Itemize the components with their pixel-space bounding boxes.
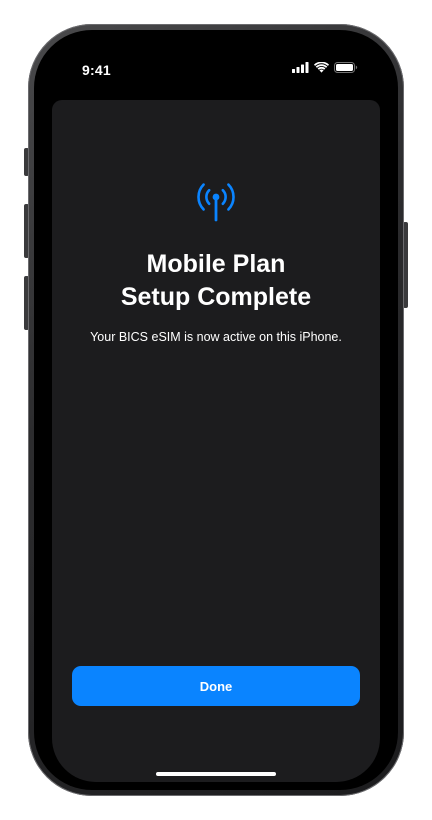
home-indicator[interactable]: [156, 772, 276, 776]
antenna-signal-icon: [197, 183, 235, 222]
device-mockup: 9:41 Mobile Plan Setup Complete Your BIC…: [0, 0, 432, 820]
phone-frame: 9:41 Mobile Plan Setup Complete Your BIC…: [28, 24, 404, 796]
title-line-2: Setup Complete: [120, 283, 312, 311]
title-line-1: Mobile Plan: [146, 250, 286, 278]
status-message: Your BICS eSIM is now active on this iPh…: [90, 330, 342, 344]
status-icons: [292, 62, 358, 73]
done-button[interactable]: Done: [72, 666, 360, 706]
page-title: Mobile Plan Setup Complete: [52, 248, 380, 314]
setup-complete-sheet: Mobile Plan Setup Complete Your BICS eSI…: [52, 100, 380, 782]
phone-bezel: 9:41 Mobile Plan Setup Complete Your BIC…: [34, 30, 398, 790]
cellular-signal-icon: [292, 62, 309, 73]
wifi-icon: [314, 62, 329, 73]
status-bar: 9:41: [44, 38, 388, 94]
status-time: 9:41: [82, 62, 111, 78]
phone-screen: 9:41 Mobile Plan Setup Complete Your BIC…: [44, 38, 388, 782]
battery-icon: [334, 62, 358, 73]
